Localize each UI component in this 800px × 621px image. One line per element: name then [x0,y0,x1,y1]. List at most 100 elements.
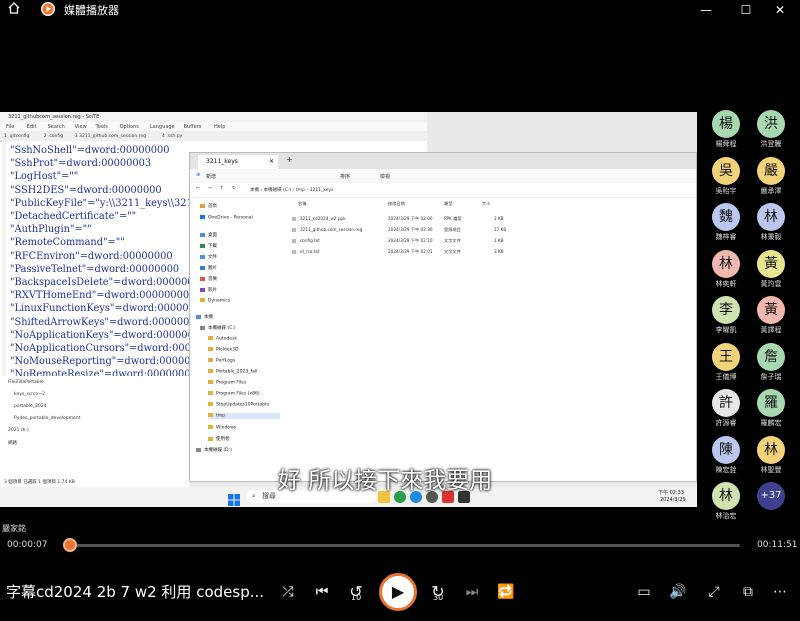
back-icon[interactable]: ← [196,186,200,191]
nav-item[interactable]: Program Files [208,380,246,386]
miniplayer-icon[interactable]: ⧉ [736,582,760,602]
participant-avatar[interactable]: 王 [712,342,740,371]
participant-avatar[interactable]: 陳 [712,435,740,464]
breadcrumb-item[interactable]: tmp [296,188,305,193]
tree-item[interactable]: portable_2024 [14,404,47,409]
nav-item[interactable]: 本機磁碟 (C:) [200,325,236,331]
new-tab-icon[interactable]: + [286,155,293,164]
participant-avatar[interactable]: 黃 [757,296,785,324]
fullscreen-icon[interactable]: ⤢ [702,582,726,602]
nav-item[interactable]: 本機 [196,314,213,320]
nav-item[interactable]: Dynamics [200,298,230,304]
seek-thumb[interactable] [63,538,78,552]
editor-tab[interactable]: 1 .gitconfig [4,134,29,139]
explorer-tab[interactable]: 3211_keys ✕ [198,155,278,169]
shuffle-icon[interactable]: ⤮ [276,582,300,602]
sort-button[interactable]: 排序 [340,173,350,180]
participant-avatar[interactable]: 魏 [712,203,740,231]
next-icon[interactable]: ⏭ [460,582,484,602]
nav-item[interactable]: 音樂 [200,276,217,282]
seek-bar[interactable] [68,544,740,547]
nav-item[interactable]: Portable_2023_fall [208,369,257,375]
nav-item[interactable]: 本機磁碟 (D:) [196,447,232,453]
tree-item[interactable]: 2021 (h:) [8,428,29,433]
editor-menu-item[interactable]: Edit [27,124,37,130]
nav-item[interactable]: Program Files (x86) [208,391,260,397]
participant-avatar[interactable]: 林 [712,249,740,278]
tree-item[interactable]: 網路 [8,440,17,446]
participant-avatar[interactable]: 楊 [712,110,740,138]
participant-avatar[interactable]: 吳 [712,156,740,185]
editor-line: "BackspaceIsDelete"=dword:00000001 [10,277,206,288]
nav-item[interactable]: Moldex3D [208,347,238,353]
participant-name: 羅麟宏 [760,419,782,427]
participant-avatar[interactable]: 林 [757,203,785,231]
close-button[interactable]: ✕ [760,0,800,20]
editor-menu-item[interactable]: Search [48,124,65,130]
nav-item[interactable]: tmp [208,413,280,419]
explorer-tab-row: 3211_keys ✕ + [190,153,696,169]
window-title: 媒體播放器 [64,4,119,17]
participant-avatar[interactable]: 黃 [757,249,785,278]
participant-avatar[interactable]: 羅 [757,389,785,417]
nav-item[interactable]: 桌面 [200,232,217,238]
nav-item[interactable]: OneDrive - Personal [200,215,253,221]
breadcrumb-item[interactable]: 本機 [250,188,259,193]
video-frame[interactable]: 3211_githubcom_session.reg - SciTE File E… [0,112,697,507]
play-button[interactable]: ▶ [379,573,417,611]
nav-item[interactable]: 首頁 [200,203,217,209]
nav-item[interactable]: Windows [208,425,236,431]
rewind-10-button[interactable]: ↺ 10 [344,582,368,602]
nav-item[interactable]: 影片 [200,287,217,293]
nav-item[interactable]: 文件 [200,254,217,260]
editor-menu-item[interactable]: Language [150,124,175,130]
editor-menu-item[interactable]: Tools [96,124,108,130]
tree-item[interactable]: keys_scrcn~2 [14,392,45,397]
forward-30-button[interactable]: ↻ 30 [426,582,450,602]
home-icon[interactable] [6,1,22,17]
refresh-icon[interactable]: ↻ [232,186,236,191]
file-type: 登錄項目 [444,227,461,232]
previous-icon[interactable]: ⏮ [310,582,334,602]
editor-tab[interactable]: 4 .ssh.py [162,134,182,139]
editor-menu-item[interactable]: Buffers [184,124,202,130]
editor-tab[interactable]: 3 3211_github.com_session.reg [75,134,146,139]
view-button[interactable]: 檢視 [380,173,390,180]
tree-item[interactable]: FileZillaPortable [8,380,44,385]
nav-item[interactable]: 下載 [200,243,217,249]
participant-avatar[interactable]: 林 [757,435,785,464]
participant-avatar[interactable]: 洪 [757,110,785,138]
repeat-icon[interactable]: 🔁 [494,582,518,602]
more-options-icon[interactable]: ⋯ [768,582,792,602]
participant-avatar[interactable]: 許 [712,389,740,417]
minimize-button[interactable]: — [686,0,726,20]
volume-icon[interactable]: 🔊 [666,582,690,602]
participant-avatar[interactable]: +37 [757,482,785,510]
new-button[interactable]: 新增 [206,173,216,180]
windows-start-icon[interactable] [228,491,240,506]
editor-menu-item[interactable]: Options [120,124,139,130]
address-bar[interactable]: ← → ↑ ↻ 本機 › 本機磁碟 (C:) › tmp › 3211_keys [190,183,696,198]
participant-avatar[interactable]: 林 [712,482,740,510]
speaker-name: 嚴家銘 [2,524,26,533]
participant-avatar[interactable]: 詹 [757,342,785,371]
participant-avatar[interactable]: 嚴 [757,156,785,185]
nav-item[interactable]: PerfLogs [208,358,235,364]
nav-item[interactable]: 使用者 [208,436,230,442]
breadcrumb-item[interactable]: 本機磁碟 (C:) [264,188,292,193]
editor-menu-item[interactable]: Help [214,124,225,130]
participant-avatar[interactable]: 李 [712,296,740,324]
editor-tab[interactable]: 2 .config [44,134,64,139]
subtitles-icon[interactable]: ▭ [632,582,656,602]
tree-item[interactable]: Pydes_portable_development [14,416,80,421]
nav-item[interactable]: 圖片 [200,265,217,271]
nav-item[interactable]: StopUpdates10Portable [208,402,269,408]
nav-item[interactable]: Autodesk [208,336,237,342]
close-tab-icon[interactable]: ✕ [269,155,274,169]
up-icon[interactable]: ↑ [220,186,224,191]
forward-icon[interactable]: → [208,186,212,191]
editor-menu-item[interactable]: File [6,124,14,130]
breadcrumb-item[interactable]: 3211_keys [310,188,334,193]
editor-menu-item[interactable]: View [75,124,87,130]
editor-line: "LinuxFunctionKeys"=dword:00000000 [10,303,208,315]
